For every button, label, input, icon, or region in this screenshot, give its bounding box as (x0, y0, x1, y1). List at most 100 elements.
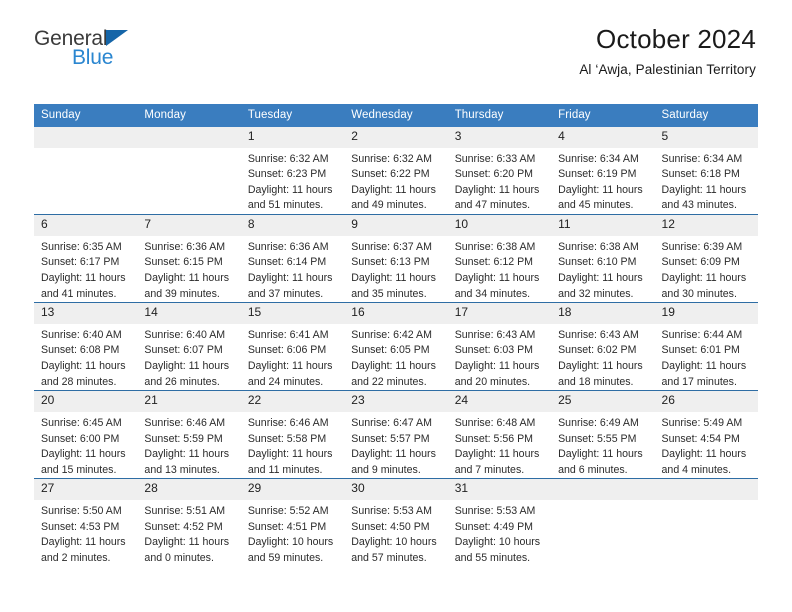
calendar-day-cell[interactable]: 17 Sunrise: 6:43 AM Sunset: 6:03 PM Dayligh… (447, 302, 552, 391)
day-details: Sunrise: 6:33 AM Sunset: 6:20 PM Daylight:… (448, 148, 551, 214)
sunrise-text: Sunrise: 5:51 AM (144, 504, 226, 517)
calendar-day-cell[interactable]: 8 Sunrise: 6:36 AM Sunset: 6:14 PM Daylight… (240, 214, 345, 303)
page-title: October 2024 (596, 24, 756, 54)
sunset-text: Sunset: 5:57 PM (351, 432, 430, 445)
day-details: Sunrise: 6:46 AM Sunset: 5:58 PM Daylight:… (241, 412, 344, 478)
calendar-day-cell[interactable]: 1 Sunrise: 6:32 AM Sunset: 6:23 PM Daylight… (240, 127, 345, 215)
calendar-day-cell[interactable]: 26 Sunrise: 5:49 AM Sunset: 4:54 PM Dayligh… (654, 390, 758, 479)
day-details: Sunrise: 6:40 AM Sunset: 6:08 PM Daylight:… (34, 324, 137, 390)
sunset-text: Sunset: 5:58 PM (247, 432, 327, 445)
title-block: October 2024 Al ‘Awja, Palestinian Terri… (579, 24, 756, 77)
calendar-cell-inner: 10 Sunrise: 6:38 AM Sunset: 6:12 PM Dayligh… (447, 215, 552, 302)
weekday-header-thursday: Thursday (447, 104, 552, 127)
calendar-day-cell[interactable]: 7 Sunrise: 6:36 AM Sunset: 6:15 PM Daylight… (137, 214, 241, 303)
general-blue-logo[interactable]: General Blue (34, 27, 129, 68)
calendar-day-cell[interactable]: 25 Sunrise: 6:49 AM Sunset: 5:55 PM Dayligh… (551, 390, 655, 479)
day-details: Sunrise: 6:36 AM Sunset: 6:15 PM Daylight:… (137, 236, 240, 302)
calendar-day-cell[interactable]: 23 Sunrise: 6:47 AM Sunset: 5:57 PM Dayligh… (344, 390, 448, 479)
daylight-text: Daylight: 11 hours and 2 minutes. (41, 536, 126, 564)
calendar-day-cell[interactable]: 19 Sunrise: 6:44 AM Sunset: 6:01 PM Dayligh… (654, 302, 758, 391)
calendar-day-cell[interactable]: 6 Sunrise: 6:35 AM Sunset: 6:17 PM Daylight… (34, 214, 138, 303)
calendar-day-cell[interactable]: 29 Sunrise: 5:52 AM Sunset: 4:51 PM Dayligh… (240, 478, 345, 567)
day-number: 12 (654, 215, 758, 236)
day-details: Sunrise: 6:38 AM Sunset: 6:10 PM Daylight:… (551, 236, 654, 302)
sunset-text: Sunset: 6:01 PM (661, 344, 740, 357)
day-number: 28 (137, 479, 241, 500)
sunrise-text: Sunrise: 6:34 AM (558, 152, 639, 165)
day-details: Sunrise: 6:40 AM Sunset: 6:07 PM Daylight:… (137, 324, 240, 390)
day-details: Sunrise: 6:34 AM Sunset: 6:19 PM Daylight:… (551, 148, 654, 214)
calendar-day-cell[interactable]: 11 Sunrise: 6:38 AM Sunset: 6:10 PM Dayligh… (551, 214, 655, 303)
sunrise-text: Sunrise: 5:49 AM (661, 416, 743, 429)
calendar-week-row: 13 Sunrise: 6:40 AM Sunset: 6:08 PM Dayligh… (34, 302, 758, 391)
calendar-day-cell[interactable]: 21 Sunrise: 6:46 AM Sunset: 5:59 PM Dayligh… (137, 390, 241, 479)
calendar-day-cell[interactable]: 27 Sunrise: 5:50 AM Sunset: 4:53 PM Dayligh… (34, 478, 138, 567)
calendar-day-cell[interactable]: 28 Sunrise: 5:51 AM Sunset: 4:52 PM Dayligh… (137, 478, 241, 567)
calendar-day-cell[interactable]: 30 Sunrise: 5:53 AM Sunset: 4:50 PM Dayligh… (344, 478, 448, 567)
calendar-day-cell[interactable]: 14 Sunrise: 6:40 AM Sunset: 6:07 PM Dayligh… (137, 302, 241, 391)
calendar-cell-inner: 21 Sunrise: 6:46 AM Sunset: 5:59 PM Dayligh… (137, 391, 241, 478)
calendar-cell-inner: 6 Sunrise: 6:35 AM Sunset: 6:17 PM Daylight… (34, 215, 138, 302)
calendar-day-cell[interactable]: 22 Sunrise: 6:46 AM Sunset: 5:58 PM Dayligh… (240, 390, 345, 479)
calendar-day-cell[interactable]: 24 Sunrise: 6:48 AM Sunset: 5:56 PM Dayligh… (447, 390, 552, 479)
day-number: 2 (344, 127, 448, 148)
calendar-day-cell[interactable]: 5 Sunrise: 6:34 AM Sunset: 6:18 PM Daylight… (654, 127, 758, 215)
calendar-day-cell[interactable]: 18 Sunrise: 6:43 AM Sunset: 6:02 PM Dayligh… (551, 302, 655, 391)
calendar-day-cell[interactable]: 2 Sunrise: 6:32 AM Sunset: 6:22 PM Daylight… (344, 127, 448, 215)
day-details: Sunrise: 5:49 AM Sunset: 4:54 PM Daylight:… (655, 412, 758, 478)
day-details: Sunrise: 6:32 AM Sunset: 6:23 PM Daylight:… (241, 148, 344, 214)
daylight-text: Daylight: 10 hours and 57 minutes. (351, 536, 437, 564)
day-number: 30 (344, 479, 448, 500)
sunrise-text: Sunrise: 6:40 AM (41, 328, 122, 341)
day-details: Sunrise: 5:51 AM Sunset: 4:52 PM Daylight:… (137, 500, 240, 566)
calendar-cell-inner: 24 Sunrise: 6:48 AM Sunset: 5:56 PM Dayligh… (447, 391, 552, 478)
daylight-text: Daylight: 11 hours and 11 minutes. (247, 448, 333, 476)
day-details: Sunrise: 6:43 AM Sunset: 6:02 PM Daylight:… (551, 324, 654, 390)
day-details: Sunrise: 6:32 AM Sunset: 6:22 PM Daylight:… (344, 148, 447, 214)
day-number: 29 (240, 479, 345, 500)
calendar-day-cell[interactable]: 31 Sunrise: 5:53 AM Sunset: 4:49 PM Dayligh… (447, 478, 552, 567)
calendar-week-row: 20 Sunrise: 6:45 AM Sunset: 6:00 PM Dayligh… (34, 390, 758, 479)
brand-name-general: General (34, 27, 108, 50)
sunset-text: Sunset: 4:49 PM (454, 520, 534, 533)
day-details: Sunrise: 6:36 AM Sunset: 6:14 PM Daylight:… (241, 236, 344, 302)
sunrise-text: Sunrise: 6:38 AM (558, 240, 639, 253)
calendar-day-cell[interactable]: 16 Sunrise: 6:42 AM Sunset: 6:05 PM Dayligh… (344, 302, 448, 391)
day-details: Sunrise: 6:49 AM Sunset: 5:55 PM Daylight:… (551, 412, 654, 478)
sunrise-text: Sunrise: 6:40 AM (144, 328, 226, 341)
calendar-header-row: Sunday Monday Tuesday Wednesday Thursday… (34, 104, 758, 127)
daylight-text: Daylight: 11 hours and 26 minutes. (144, 360, 230, 388)
calendar-day-cell[interactable]: 15 Sunrise: 6:41 AM Sunset: 6:06 PM Dayligh… (240, 302, 345, 391)
day-details: Sunrise: 5:50 AM Sunset: 4:53 PM Daylight:… (34, 500, 137, 566)
sunset-text: Sunset: 6:19 PM (558, 168, 637, 181)
sunrise-text: Sunrise: 6:36 AM (247, 240, 329, 253)
calendar-cell-inner: 15 Sunrise: 6:41 AM Sunset: 6:06 PM Dayligh… (240, 303, 345, 390)
calendar-cell-inner: 26 Sunrise: 5:49 AM Sunset: 4:54 PM Dayligh… (654, 391, 758, 478)
sunset-text: Sunset: 4:51 PM (247, 520, 327, 533)
sunrise-text: Sunrise: 6:33 AM (454, 152, 536, 165)
calendar-day-cell[interactable]: 12 Sunrise: 6:39 AM Sunset: 6:09 PM Dayligh… (654, 214, 758, 303)
sunset-text: Sunset: 6:00 PM (41, 432, 120, 445)
sunset-text: Sunset: 6:13 PM (351, 256, 430, 269)
flag-triangle-icon (106, 30, 129, 46)
weekday-header-wednesday: Wednesday (344, 104, 448, 127)
daylight-text: Daylight: 11 hours and 13 minutes. (144, 448, 230, 476)
daylight-text: Daylight: 10 hours and 59 minutes. (247, 536, 334, 564)
calendar-day-cell[interactable]: 4 Sunrise: 6:34 AM Sunset: 6:19 PM Daylight… (551, 127, 655, 215)
calendar-day-cell[interactable]: 3 Sunrise: 6:33 AM Sunset: 6:20 PM Daylight… (447, 127, 552, 215)
calendar-day-cell[interactable]: 20 Sunrise: 6:45 AM Sunset: 6:00 PM Dayligh… (34, 390, 138, 479)
day-number: 11 (551, 215, 655, 236)
calendar-cell-inner: 11 Sunrise: 6:38 AM Sunset: 6:10 PM Dayligh… (551, 215, 655, 302)
calendar-cell-inner: 25 Sunrise: 6:49 AM Sunset: 5:55 PM Dayligh… (551, 391, 655, 478)
day-number: 24 (447, 391, 552, 412)
daylight-text: Daylight: 11 hours and 32 minutes. (558, 271, 643, 300)
calendar-cell-inner: 8 Sunrise: 6:36 AM Sunset: 6:14 PM Daylight… (240, 215, 345, 302)
calendar-day-cell[interactable]: 9 Sunrise: 6:37 AM Sunset: 6:13 PM Daylight… (344, 214, 448, 303)
page-header: General Blue October 2024 Al ‘Awja, Pale… (0, 0, 792, 77)
calendar-day-cell[interactable]: 13 Sunrise: 6:40 AM Sunset: 6:08 PM Dayligh… (34, 302, 138, 391)
sunset-text: Sunset: 6:05 PM (351, 344, 430, 357)
day-number: 6 (34, 215, 138, 236)
sunrise-text: Sunrise: 5:53 AM (351, 504, 432, 517)
calendar-day-cell[interactable]: 10 Sunrise: 6:38 AM Sunset: 6:12 PM Dayligh… (447, 214, 552, 303)
sunrise-text: Sunrise: 6:45 AM (41, 416, 122, 429)
